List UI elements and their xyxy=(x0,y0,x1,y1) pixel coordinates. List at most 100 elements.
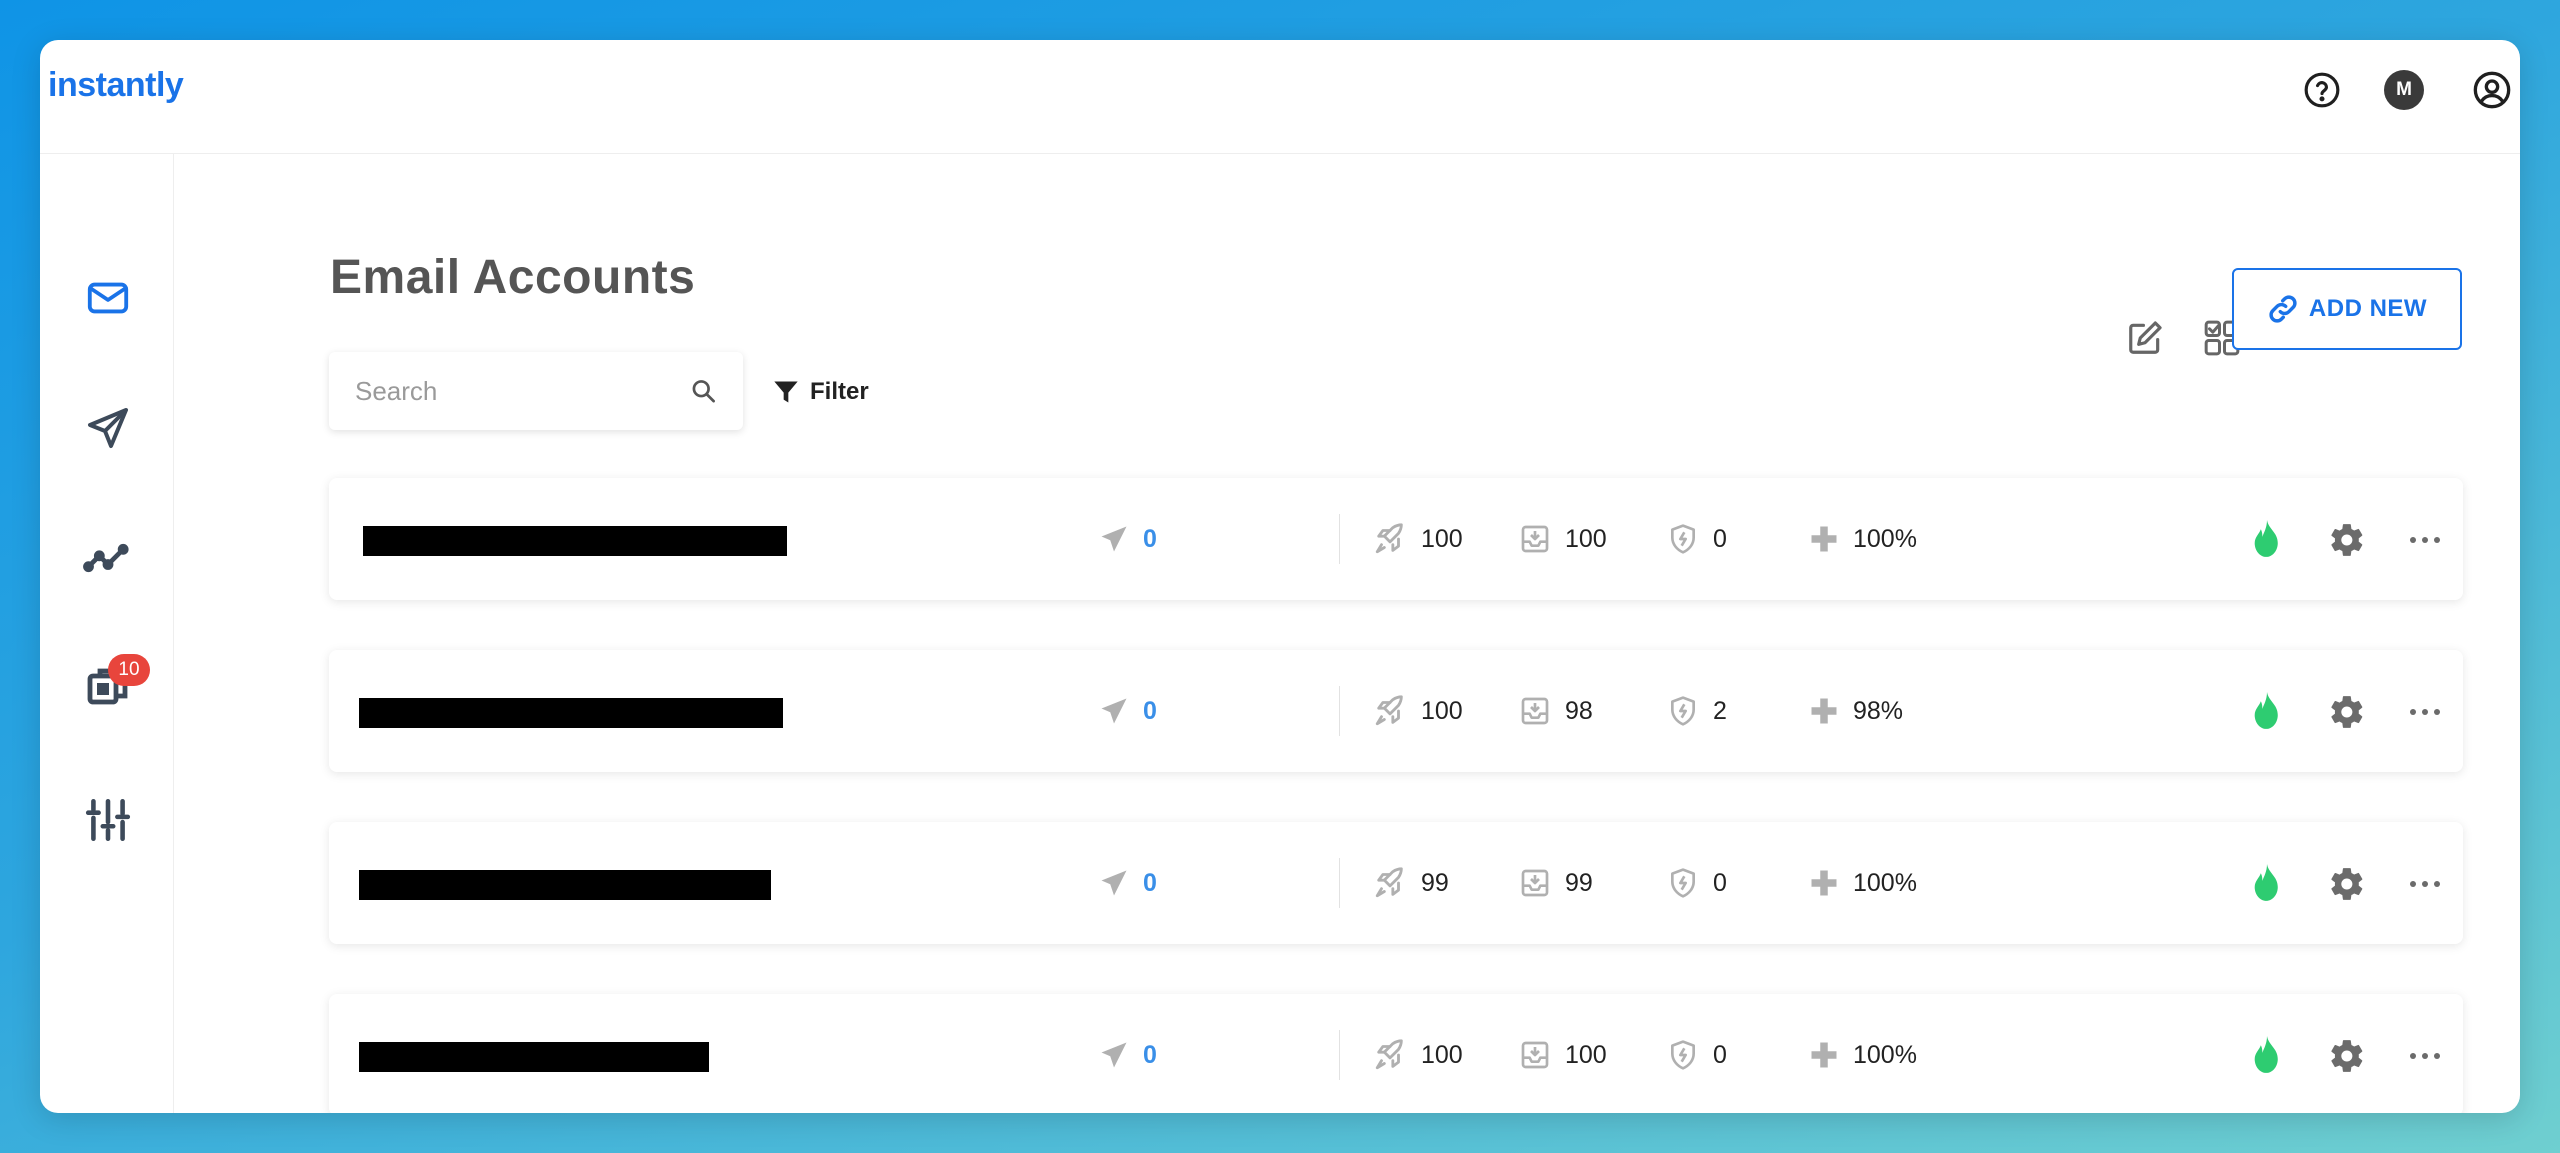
account-row[interactable]: 0 100 100 0 100% xyxy=(329,478,2463,600)
notification-badge: 10 xyxy=(108,654,150,686)
redacted-email xyxy=(359,698,783,728)
inbox-stat: 98 xyxy=(1519,690,1593,732)
sent-stat: 0 xyxy=(1099,1034,1157,1076)
rocket-icon xyxy=(1375,1039,1403,1070)
flame-icon xyxy=(2254,1036,2278,1073)
warmup-stat: 100 xyxy=(1373,518,1463,560)
row-settings-button[interactable] xyxy=(2325,862,2369,906)
health-value: 100% xyxy=(1853,868,1917,897)
warmup-toggle[interactable] xyxy=(2245,1034,2289,1078)
row-more-button[interactable] xyxy=(2403,1034,2447,1078)
health-plus-icon xyxy=(1811,698,1837,724)
health-plus-icon xyxy=(1811,870,1837,896)
add-new-button[interactable]: ADD NEW xyxy=(2232,268,2462,350)
account-circle-icon[interactable] xyxy=(2470,68,2514,112)
shield-icon xyxy=(1671,868,1695,898)
sidebar-item-email-accounts[interactable] xyxy=(68,258,148,338)
inbox-stat: 100 xyxy=(1519,518,1607,560)
spam-value: 0 xyxy=(1713,868,1727,897)
inbox-value: 100 xyxy=(1565,1040,1607,1069)
spam-stat: 2 xyxy=(1667,690,1727,732)
row-more-button[interactable] xyxy=(2403,862,2447,906)
warmup-value: 100 xyxy=(1421,1040,1463,1069)
health-stat: 100% xyxy=(1809,1034,1917,1076)
warmup-toggle[interactable] xyxy=(2245,518,2289,562)
warmup-toggle[interactable] xyxy=(2245,690,2289,734)
divider xyxy=(1339,858,1340,908)
rocket-icon xyxy=(1375,695,1403,726)
spam-value: 0 xyxy=(1713,1040,1727,1069)
filter-button[interactable]: Filter xyxy=(772,370,869,414)
health-stat: 100% xyxy=(1809,518,1917,560)
health-stat: 98% xyxy=(1809,690,1903,732)
sliders-icon xyxy=(85,798,131,842)
help-icon[interactable] xyxy=(2300,68,2344,112)
sidebar-item-analytics[interactable] xyxy=(68,518,148,598)
gear-icon xyxy=(2331,1040,2363,1072)
spam-stat: 0 xyxy=(1667,1034,1727,1076)
row-settings-button[interactable] xyxy=(2325,1034,2369,1078)
account-row[interactable]: 0 100 98 2 98% xyxy=(329,650,2463,772)
send-icon xyxy=(88,408,128,448)
health-value: 100% xyxy=(1853,524,1917,553)
shield-icon xyxy=(1671,524,1695,554)
row-settings-button[interactable] xyxy=(2325,690,2369,734)
divider xyxy=(1339,1030,1340,1080)
inbox-stat: 99 xyxy=(1519,862,1593,904)
sidebar-item-unibox[interactable]: 10 xyxy=(68,648,150,728)
row-more-button[interactable] xyxy=(2403,518,2447,562)
inbox-icon xyxy=(1521,869,1549,897)
shield-icon xyxy=(1671,1040,1695,1070)
divider xyxy=(1339,686,1340,736)
warmup-value: 100 xyxy=(1421,524,1463,553)
sidebar: 10 xyxy=(40,154,174,1113)
add-new-label: ADD NEW xyxy=(2308,295,2428,322)
sent-icon xyxy=(1101,698,1127,724)
search-icon[interactable] xyxy=(690,373,717,409)
app-window: instantly M 10 Email Accounts Search Fil… xyxy=(40,40,2520,1113)
inbox-icon xyxy=(1521,697,1549,725)
edit-icon xyxy=(2129,321,2162,354)
sidebar-item-campaigns[interactable] xyxy=(68,388,148,468)
shield-icon xyxy=(1671,696,1695,726)
redacted-email xyxy=(363,526,787,556)
warmup-stat: 100 xyxy=(1373,1034,1463,1076)
avatar[interactable]: M xyxy=(2382,68,2426,112)
gear-icon xyxy=(2331,696,2363,728)
warmup-stat: 100 xyxy=(1373,690,1463,732)
warmup-value: 100 xyxy=(1421,696,1463,725)
spam-value: 2 xyxy=(1713,696,1727,725)
inbox-stat: 100 xyxy=(1519,1034,1607,1076)
health-value: 100% xyxy=(1853,1040,1917,1069)
spam-value: 0 xyxy=(1713,524,1727,553)
health-value: 98% xyxy=(1853,696,1904,725)
warmup-toggle[interactable] xyxy=(2245,862,2289,906)
filter-label: Filter xyxy=(810,378,869,405)
account-row[interactable]: 0 99 99 0 100% xyxy=(329,822,2463,944)
flame-icon xyxy=(2254,864,2278,901)
redacted-email xyxy=(359,1042,709,1072)
sent-icon xyxy=(1101,870,1127,896)
inbox-value: 100 xyxy=(1565,524,1607,553)
account-row[interactable]: 0 100 100 0 100% xyxy=(329,994,2463,1113)
search-input[interactable] xyxy=(355,375,690,407)
sent-stat: 0 xyxy=(1099,862,1157,904)
row-more-button[interactable] xyxy=(2403,690,2447,734)
sent-count: 0 xyxy=(1143,1040,1157,1069)
sidebar-item-settings[interactable] xyxy=(68,780,148,860)
avatar-initial: M xyxy=(2384,70,2424,110)
sent-stat: 0 xyxy=(1099,690,1157,732)
inbox-value: 98 xyxy=(1565,696,1593,725)
edit-button[interactable] xyxy=(2115,308,2175,368)
app-logo[interactable]: instantly xyxy=(48,66,184,105)
inbox-icon xyxy=(1521,525,1549,553)
row-settings-button[interactable] xyxy=(2325,518,2369,562)
sent-count: 0 xyxy=(1143,868,1157,897)
spam-stat: 0 xyxy=(1667,518,1727,560)
warmup-value: 99 xyxy=(1421,868,1449,897)
mail-icon xyxy=(87,282,129,314)
sent-count: 0 xyxy=(1143,696,1157,725)
analytics-icon xyxy=(83,543,129,573)
more-horizontal-icon xyxy=(2410,537,2440,543)
redacted-email xyxy=(359,870,771,900)
